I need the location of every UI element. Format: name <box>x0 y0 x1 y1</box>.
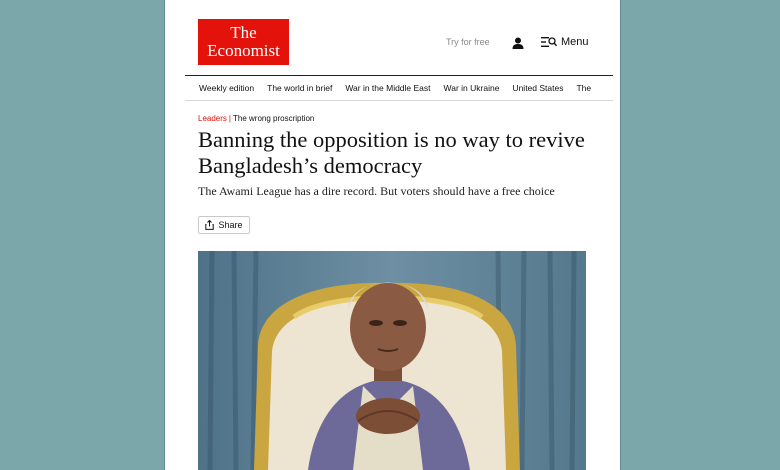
article-lead-image <box>198 251 586 470</box>
user-icon[interactable] <box>511 36 525 50</box>
article-headline: Banning the opposition is no way to revi… <box>198 127 585 178</box>
nav-item-weekly-edition[interactable]: Weekly edition <box>199 83 254 93</box>
nav-item-war-in-ukraine[interactable]: War in Ukraine <box>444 83 500 93</box>
nav-item-world-in-brief[interactable]: The world in brief <box>267 83 332 93</box>
logo-line-1: The <box>230 23 257 42</box>
article-subheadline: The Awami League has a dire record. But … <box>198 184 555 198</box>
share-label: Share <box>218 220 243 230</box>
kicker-separator: | <box>228 114 231 123</box>
browser-page: The Economist Try for free Menu Weekly e… <box>164 0 621 470</box>
menu-search-icon <box>541 37 557 47</box>
economist-logo[interactable]: The Economist <box>198 19 289 65</box>
nav-item-the[interactable]: The <box>576 83 591 93</box>
section-link[interactable]: Leaders <box>198 114 227 123</box>
try-for-free-link[interactable]: Try for free <box>446 37 490 47</box>
flytitle: The wrong proscription <box>233 114 315 123</box>
portrait-photo <box>198 251 586 470</box>
logo-line-2: Economist <box>207 41 280 60</box>
share-icon <box>205 220 215 230</box>
menu-label: Menu <box>561 36 589 48</box>
top-navigation: Weekly edition The world in brief War in… <box>185 75 613 101</box>
nav-item-war-in-middle-east[interactable]: War in the Middle East <box>345 83 430 93</box>
article-kicker: Leaders | The wrong proscription <box>198 114 314 123</box>
menu-button[interactable]: Menu <box>541 36 589 48</box>
share-button[interactable]: Share <box>198 216 250 234</box>
nav-item-united-states[interactable]: United States <box>512 83 563 93</box>
